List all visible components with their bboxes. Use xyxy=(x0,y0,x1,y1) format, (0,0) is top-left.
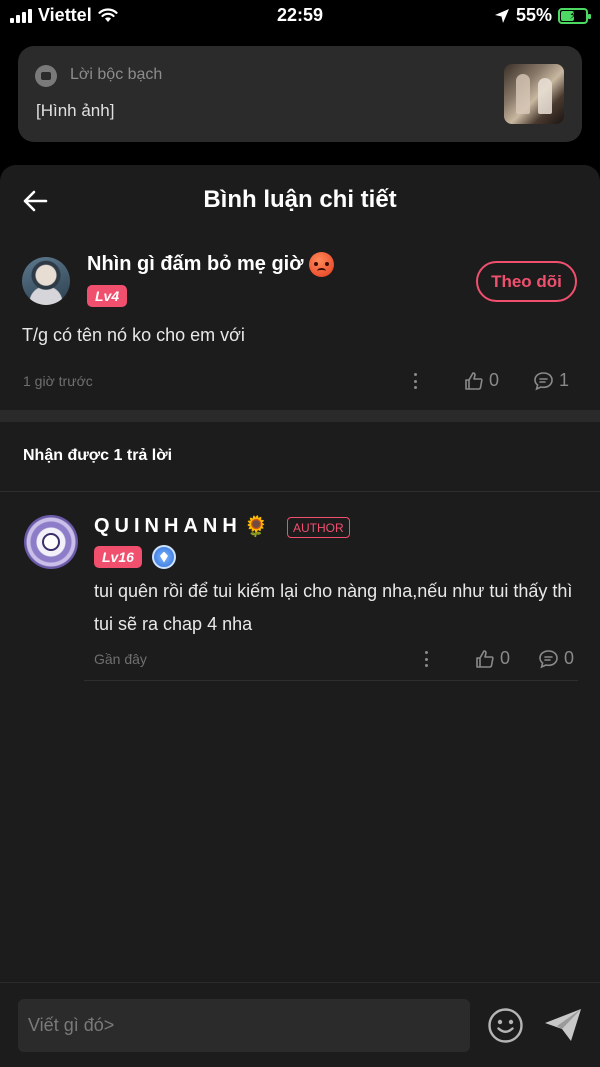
charging-bolt-icon: ⚡ xyxy=(569,10,577,22)
reply-text: tui quên rồi để tui kiếm lại cho nàng nh… xyxy=(94,581,573,634)
comment-text: T/g có tên nó ko cho em với xyxy=(22,325,245,345)
avatar[interactable] xyxy=(24,515,78,569)
chat-bubble-icon xyxy=(35,65,57,87)
location-arrow-icon xyxy=(494,8,509,23)
confession-text: [Hình ảnh] xyxy=(36,101,115,120)
reply-author-name: QUINHANH xyxy=(94,515,242,537)
like-button[interactable]: 0 xyxy=(464,370,499,391)
comment-input-bar xyxy=(0,982,600,1067)
comment-icon xyxy=(534,371,553,390)
author-badge: AUTHOR xyxy=(287,517,350,538)
replies-header: Nhận được 1 trả lời xyxy=(23,447,173,464)
follow-button[interactable]: Theo dõi xyxy=(476,261,577,302)
angry-face-icon xyxy=(309,252,335,277)
status-right: 55% ⚡ xyxy=(494,5,591,26)
reply-count: 0 xyxy=(564,648,575,668)
comment-input[interactable] xyxy=(18,999,470,1052)
reply-button[interactable]: 1 xyxy=(533,370,569,391)
reply-author[interactable]: QUINHANH 🌻 xyxy=(94,514,269,539)
page-title: Bình luận chi tiết xyxy=(203,186,397,213)
comment-time: 1 giờ trước xyxy=(23,373,93,389)
battery-percent: 55% xyxy=(515,5,552,25)
avatar[interactable] xyxy=(22,257,70,305)
confession-card[interactable]: Lời bộc bạch [Hình ảnh] xyxy=(18,46,582,142)
divider xyxy=(84,680,578,681)
thumbs-up-icon xyxy=(465,371,483,390)
comment-author[interactable]: Nhìn gì đấm bỏ mẹ giờ xyxy=(87,252,335,277)
comment-detail-panel: Bình luận chi tiết Nhìn gì đấm bỏ mẹ giờ… xyxy=(0,165,600,1067)
like-count: 0 xyxy=(500,648,511,668)
thumbs-up-icon xyxy=(476,649,494,668)
reply-count: 1 xyxy=(559,370,570,390)
sunflower-icon: 🌻 xyxy=(243,516,269,538)
confession-thumbnail[interactable] xyxy=(504,64,564,124)
confession-label: Lời bộc bạch xyxy=(70,66,163,83)
level-badge: Lv4 xyxy=(87,285,128,307)
like-button[interactable]: 0 xyxy=(475,648,510,669)
level-badge: Lv16 xyxy=(94,546,142,568)
more-options-icon[interactable] xyxy=(414,373,418,389)
more-options-icon[interactable] xyxy=(425,651,429,667)
status-bar: Viettel 22:59 55% ⚡ xyxy=(0,0,600,32)
send-icon[interactable] xyxy=(543,1007,583,1043)
section-divider xyxy=(0,410,600,422)
comment-icon xyxy=(539,649,558,668)
divider xyxy=(0,491,600,492)
diamond-badge-icon xyxy=(152,545,176,569)
reply-button[interactable]: 0 xyxy=(538,648,574,669)
battery-icon: ⚡ xyxy=(558,7,591,24)
like-count: 0 xyxy=(489,370,500,390)
reply-time: Gần đây xyxy=(94,651,147,667)
emoji-icon[interactable] xyxy=(487,1007,524,1044)
comment-author-name: Nhìn gì đấm bỏ mẹ giờ xyxy=(87,253,304,275)
